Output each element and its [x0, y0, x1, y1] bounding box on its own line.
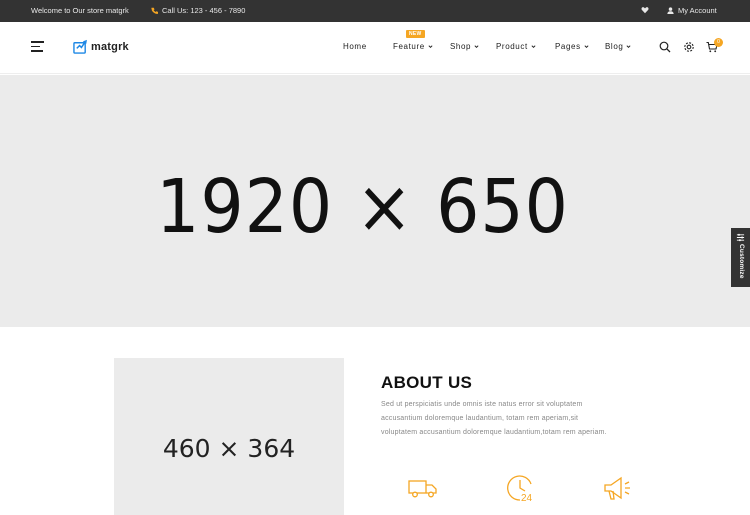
nav-home[interactable]: Home: [343, 42, 367, 51]
phone-icon: [151, 7, 158, 14]
logo[interactable]: matgrk: [73, 39, 129, 54]
about-image: 460 × 364: [114, 358, 344, 515]
about-image-placeholder-text: 460 × 364: [162, 434, 296, 463]
nav-blog-label: Blog: [605, 42, 624, 51]
truck-icon: [408, 480, 437, 498]
chevron-down-icon: [428, 45, 433, 49]
nav-blog[interactable]: Blog: [605, 42, 631, 51]
logo-text: matgrk: [91, 40, 129, 53]
wishlist-icon[interactable]: [641, 6, 649, 14]
customize-tab[interactable]: Customize: [731, 228, 750, 287]
nav-feature[interactable]: Feature: [393, 42, 433, 51]
about-title: ABOUT US: [381, 373, 473, 392]
phone-text: Call Us: 123 - 456 - 7890: [162, 6, 246, 15]
customize-label: Customize: [738, 244, 745, 279]
sliders-icon: [736, 233, 745, 242]
nav-product-label: Product: [496, 42, 528, 51]
megaphone-icon: [604, 476, 630, 500]
nav-feature-label: Feature: [393, 42, 425, 51]
chevron-down-icon: [531, 45, 536, 49]
hero-placeholder-text: 1920 × 650: [156, 164, 569, 250]
gear-icon[interactable]: [683, 41, 695, 53]
new-badge: NEW: [406, 30, 425, 38]
my-account-label: My Account: [678, 6, 717, 15]
welcome-text: Welcome to Our store matgrk: [31, 6, 129, 15]
user-icon: [667, 7, 674, 14]
top-bar: Welcome to Our store matgrk Call Us: 123…: [0, 0, 750, 22]
about-line: voluptatem accusantium doloremque laudan…: [381, 429, 607, 436]
hero-banner: 1920 × 650: [0, 75, 750, 327]
main-header: matgrk Home Feature Shop Product Pages B…: [0, 22, 750, 74]
menu-toggle-icon[interactable]: [31, 41, 45, 53]
about-description: Sed ut perspiciatis unde omnis iste natu…: [381, 398, 666, 440]
chevron-down-icon: [584, 45, 589, 49]
clock-24-icon: 24: [507, 475, 533, 504]
chevron-down-icon: [626, 45, 631, 49]
chevron-down-icon: [474, 45, 479, 49]
nav-home-label: Home: [343, 42, 367, 51]
svg-text:24: 24: [521, 493, 533, 504]
cart-count-badge: 0: [714, 38, 723, 47]
logo-icon: [73, 39, 87, 54]
phone-contact[interactable]: Call Us: 123 - 456 - 7890: [151, 6, 245, 15]
nav-shop-label: Shop: [450, 42, 472, 51]
nav-shop[interactable]: Shop: [450, 42, 479, 51]
nav-pages[interactable]: Pages: [555, 42, 589, 51]
my-account-link[interactable]: My Account: [667, 6, 717, 15]
nav-product[interactable]: Product: [496, 42, 536, 51]
nav-pages-label: Pages: [555, 42, 581, 51]
about-line: Sed ut perspiciatis unde omnis iste natu…: [381, 401, 583, 408]
about-line: accusantium doloremque laudantium, totam…: [381, 415, 579, 422]
search-icon[interactable]: [659, 41, 671, 53]
